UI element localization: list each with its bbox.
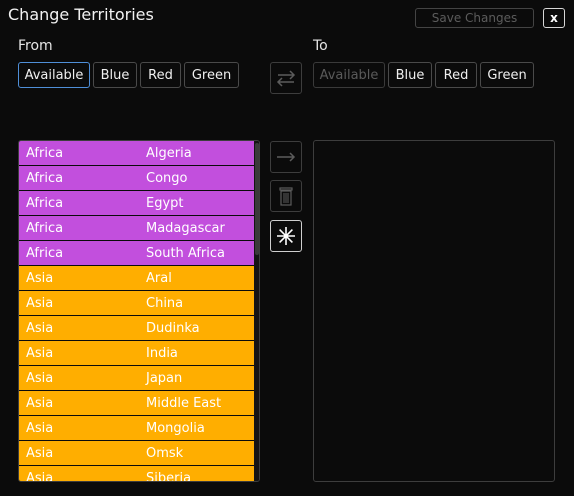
territory-region: Asia (26, 370, 54, 386)
move-right-button[interactable] (270, 141, 302, 173)
territory-row[interactable]: Africa South Africa (19, 241, 254, 266)
territory-row[interactable]: Asia Aral (19, 266, 254, 291)
territory-region: Asia (26, 470, 54, 482)
territory-region: Africa (26, 195, 64, 211)
territory-row[interactable]: Asia Dudinka (19, 316, 254, 341)
territory-row[interactable]: Asia Omsk (19, 441, 254, 466)
asterisk-icon (277, 227, 295, 245)
to-filter-green[interactable]: Green (480, 62, 534, 88)
territory-row[interactable]: Asia Middle East (19, 391, 254, 416)
territory-region: Africa (26, 170, 64, 186)
territory-name: China (146, 295, 184, 311)
to-filter-blue[interactable]: Blue (388, 62, 432, 88)
territory-name: Middle East (146, 395, 222, 411)
territory-row[interactable]: Asia China (19, 291, 254, 316)
from-filter-blue[interactable]: Blue (93, 62, 137, 88)
scrollbar-thumb[interactable] (255, 143, 259, 255)
territory-region: Asia (26, 270, 54, 286)
delete-button[interactable] (270, 180, 302, 212)
territory-name: Mongolia (146, 420, 205, 436)
to-territory-list[interactable] (313, 140, 555, 482)
select-all-button[interactable] (270, 220, 302, 252)
territory-region: Asia (26, 295, 54, 311)
territory-row[interactable]: Asia Mongolia (19, 416, 254, 441)
territory-region: Africa (26, 145, 64, 161)
save-changes-button[interactable]: Save Changes (415, 8, 534, 28)
window-title: Change Territories (8, 5, 154, 24)
territory-name: South Africa (146, 245, 225, 261)
arrow-right-icon (277, 152, 296, 162)
territory-name: Omsk (146, 445, 184, 461)
territory-row[interactable]: Africa Congo (19, 166, 254, 191)
territory-row[interactable]: Asia India (19, 341, 254, 366)
territory-row[interactable]: Africa Madagascar (19, 216, 254, 241)
territory-row[interactable]: Asia Japan (19, 366, 254, 391)
territory-region: Asia (26, 320, 54, 336)
from-label: From (18, 38, 53, 54)
territory-name: India (146, 345, 178, 361)
territory-row[interactable]: Africa Algeria (19, 141, 254, 166)
swap-button[interactable] (270, 62, 302, 94)
list-scrollbar[interactable] (254, 141, 259, 481)
territory-name: Algeria (146, 145, 192, 161)
territory-region: Asia (26, 345, 54, 361)
from-filter-available[interactable]: Available (18, 62, 90, 88)
trash-icon (279, 187, 293, 206)
territory-region: Asia (26, 420, 54, 436)
swap-arrows-icon (276, 70, 296, 87)
territory-region: Africa (26, 220, 64, 236)
territory-name: Egypt (146, 195, 184, 211)
from-territory-list[interactable]: Africa Algeria Africa Congo Africa Egypt Afric… (18, 140, 260, 482)
territory-rows: Africa Algeria Africa Congo Africa Egypt Afric… (19, 141, 254, 482)
territory-row[interactable]: Asia Siberia (19, 466, 254, 482)
to-label: To (313, 38, 328, 54)
territory-region: Asia (26, 395, 54, 411)
territory-name: Japan (146, 370, 183, 386)
territory-name: Dudinka (146, 320, 200, 336)
from-filter-green[interactable]: Green (184, 62, 239, 88)
territory-name: Madagascar (146, 220, 225, 236)
to-filter-red[interactable]: Red (435, 62, 477, 88)
territory-name: Siberia (146, 470, 192, 482)
to-filter-available[interactable]: Available (313, 62, 385, 88)
from-filter-red[interactable]: Red (140, 62, 181, 88)
territory-name: Congo (146, 170, 188, 186)
territory-name: Aral (146, 270, 172, 286)
territory-row[interactable]: Africa Egypt (19, 191, 254, 216)
close-button[interactable]: x (543, 8, 565, 28)
territory-region: Africa (26, 245, 64, 261)
territory-region: Asia (26, 445, 54, 461)
